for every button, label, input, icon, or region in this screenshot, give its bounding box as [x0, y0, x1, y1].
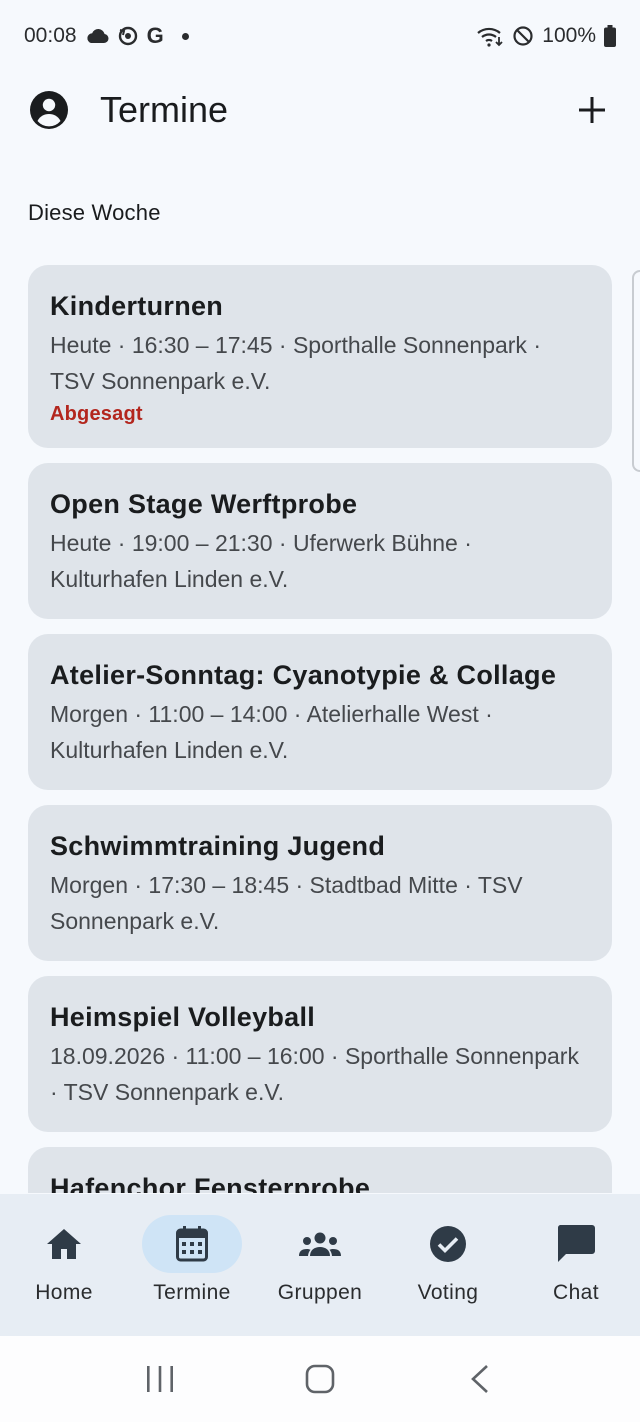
event-card[interactable]: Heimspiel Volleyball 18.09.2026 · 11:00 … — [28, 976, 612, 1132]
nav-label: Gruppen — [277, 1281, 363, 1304]
system-nav-bar — [0, 1336, 640, 1422]
notification-dot-icon — [181, 32, 189, 40]
nav-icon-container — [14, 1215, 114, 1273]
bottom-nav: Home Termine Gruppen Voting Chat — [0, 1194, 640, 1336]
nav-item-chat[interactable]: Chat — [512, 1194, 640, 1336]
google-icon: G — [146, 23, 164, 48]
event-status-badge: Abgesagt — [50, 403, 143, 425]
account-icon[interactable] — [28, 89, 70, 131]
nav-label: Termine — [153, 1281, 231, 1304]
event-details: 18.09.2026 · 11:00 – 16:00 · Sporthalle … — [50, 1043, 579, 1105]
section-title: Diese Woche — [28, 200, 161, 225]
calendar-icon — [176, 1226, 208, 1262]
scroll-indicator[interactable] — [632, 270, 640, 472]
event-card[interactable]: Open Stage Werftprobe Heute · 19:00 – 21… — [28, 463, 612, 619]
event-title: Hafenchor Fensterprobe — [50, 1173, 371, 1193]
battery-percent: 100% — [542, 24, 596, 47]
chat-icon — [557, 1225, 595, 1262]
nav-label: Voting — [417, 1281, 479, 1304]
status-left: 00:08 G — [24, 23, 189, 49]
wifi-icon — [476, 25, 504, 47]
nav-item-termine[interactable]: Termine — [128, 1194, 256, 1336]
back-button[interactable] — [450, 1349, 510, 1409]
back-chevron-icon — [471, 1365, 488, 1393]
nav-item-voting[interactable]: Voting — [384, 1194, 512, 1336]
status-bar: 00:08 G 100% — [0, 0, 640, 72]
event-title: Heimspiel Volleyball — [50, 1002, 316, 1032]
add-event-button[interactable] — [572, 90, 612, 130]
event-card[interactable]: Schwimmtraining Jugend Morgen · 17:30 – … — [28, 805, 612, 961]
status-right: 100% — [476, 24, 616, 48]
event-title: Schwimmtraining Jugend — [50, 831, 386, 861]
recent-apps-button[interactable] — [130, 1349, 190, 1409]
event-title: Atelier-Sonntag: Cyanotypie & Collage — [50, 660, 557, 690]
recent-apps-icon — [147, 1366, 173, 1392]
event-card[interactable]: Kinderturnen Heute · 16:30 – 17:45 · Spo… — [28, 265, 612, 448]
cloud-icon — [85, 28, 109, 44]
page-title: Termine — [100, 89, 229, 130]
event-card[interactable]: Atelier-Sonntag: Cyanotypie & Collage Mo… — [28, 634, 612, 790]
sync-face-icon — [117, 25, 139, 47]
nav-label: Home — [35, 1281, 93, 1304]
nav-icon-container — [526, 1215, 626, 1273]
home-system-button[interactable] — [290, 1349, 350, 1409]
plus-icon — [579, 97, 605, 123]
home-icon — [47, 1229, 81, 1259]
event-details: Heute · 16:30 – 17:45 · Sporthalle Sonne… — [50, 332, 541, 394]
app-bar: Termine — [0, 72, 640, 148]
event-title: Open Stage Werftprobe — [50, 489, 358, 519]
do-not-disturb-icon — [512, 25, 534, 47]
nav-icon-container — [398, 1215, 498, 1273]
nav-label: Chat — [553, 1281, 599, 1304]
groups-icon — [299, 1232, 341, 1256]
event-list[interactable]: Kinderturnen Heute · 16:30 – 17:45 · Spo… — [28, 265, 612, 1193]
nav-icon-container — [270, 1215, 370, 1273]
event-card[interactable]: Hafenchor Fensterprobe — [28, 1147, 612, 1193]
event-details: Morgen · 11:00 – 14:00 · Atelierhalle We… — [50, 701, 493, 763]
battery-icon — [604, 25, 616, 47]
nav-icon-container — [142, 1215, 242, 1273]
check-circle-icon — [430, 1226, 466, 1262]
event-details: Heute · 19:00 – 21:30 · Uferwerk Bühne ·… — [50, 530, 472, 592]
event-details: Morgen · 17:30 – 18:45 · Stadtbad Mitte … — [50, 872, 523, 934]
nav-item-gruppen[interactable]: Gruppen — [256, 1194, 384, 1336]
nav-item-home[interactable]: Home — [0, 1194, 128, 1336]
home-circle-icon — [305, 1364, 335, 1394]
event-title: Kinderturnen — [50, 291, 224, 321]
screen: 00:08 G 100% Termine Diese Woche Kindert… — [0, 0, 640, 1422]
status-time: 00:08 — [24, 24, 77, 47]
